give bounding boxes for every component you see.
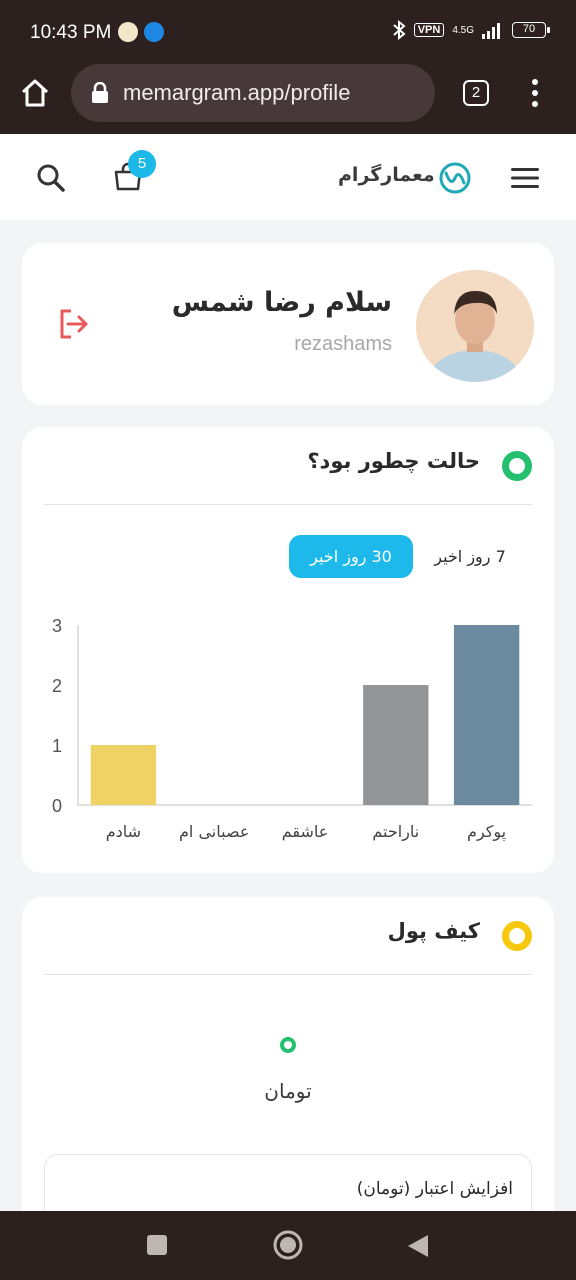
profile-username: rezashams [294, 333, 392, 355]
search-icon[interactable] [36, 163, 66, 193]
mood-chart: 0 1 2 3 پوکرم ناراحتم عاشقم عصبانی ام شادم [52, 616, 532, 842]
network-label: 4.5G [452, 24, 474, 36]
system-nav-bar [0, 1211, 576, 1280]
x-tick-label: ناراحتم [372, 822, 419, 842]
home-button-icon[interactable] [272, 1229, 304, 1261]
x-tick-label: شادم [106, 822, 141, 841]
status-bar: 10:43 PM VPN 4.5G 70 [0, 0, 576, 64]
profile-greeting: سلام رضا شمس [171, 287, 392, 318]
mood-status-dot [502, 451, 532, 481]
address-bar[interactable]: memargram.app/profile [71, 64, 435, 122]
vpn-key-icon [118, 22, 138, 42]
url-text: memargram.app/profile [123, 80, 351, 105]
y-tick-label: 3 [52, 616, 62, 636]
tab-switcher-button[interactable]: 2 [463, 80, 489, 106]
chart-bar[interactable] [90, 745, 157, 805]
wallet-balance-indicator [280, 1037, 296, 1053]
signal-icon [482, 23, 500, 39]
app-header: 5 معمارگرام [0, 134, 576, 220]
lock-icon [92, 82, 108, 103]
tab-7-days[interactable]: 7 روز اخیر [430, 535, 510, 578]
mood-card: حالت چطور بود؟ 30 روز اخیر 7 روز اخیر 0 1… [22, 427, 554, 873]
bluetooth-icon [393, 20, 406, 40]
y-tick-label: 2 [52, 676, 62, 696]
cart-count-badge: 5 [128, 150, 156, 178]
y-tick-label: 0 [52, 796, 62, 816]
status-right: VPN 4.5G 70 [392, 20, 550, 40]
avatar [416, 270, 534, 382]
mood-card-title: حالت چطور بود؟ [307, 449, 480, 473]
recents-button-icon[interactable] [146, 1234, 168, 1256]
tab-30-days[interactable]: 30 روز اخیر [289, 535, 413, 578]
x-tick-label: عصبانی ام [179, 822, 249, 841]
x-tick-label: پوکرم [467, 822, 506, 842]
credit-increase-label: افزایش اعتبار (تومان) [356, 1179, 513, 1199]
x-tick-label: عاشقم [282, 822, 329, 841]
hamburger-menu-icon[interactable] [511, 167, 539, 189]
home-icon[interactable] [20, 78, 50, 108]
mood-card-header: حالت چطور بود؟ [44, 427, 532, 505]
wallet-currency: تومان [264, 1079, 312, 1103]
back-button-icon[interactable] [406, 1233, 430, 1259]
phone-call-icon [144, 22, 164, 42]
overflow-menu-icon[interactable] [528, 78, 542, 108]
chart-bar[interactable] [453, 625, 520, 805]
brand-logo-icon[interactable] [438, 161, 472, 195]
vpn-badge: VPN [413, 23, 445, 37]
y-tick-label: 1 [52, 736, 62, 756]
chart-bar[interactable] [363, 685, 429, 805]
logout-icon[interactable] [58, 309, 90, 339]
battery-icon: 70 [512, 22, 550, 38]
browser-toolbar: memargram.app/profile 2 [0, 64, 576, 134]
wallet-status-dot [502, 921, 532, 951]
brand-name: معمارگرام [338, 164, 435, 186]
profile-card: سلام رضا شمس rezashams [22, 243, 554, 405]
status-time: 10:43 PM [30, 22, 112, 43]
wallet-card-header: کیف پول [44, 897, 532, 975]
wallet-card-title: کیف پول [387, 919, 480, 943]
